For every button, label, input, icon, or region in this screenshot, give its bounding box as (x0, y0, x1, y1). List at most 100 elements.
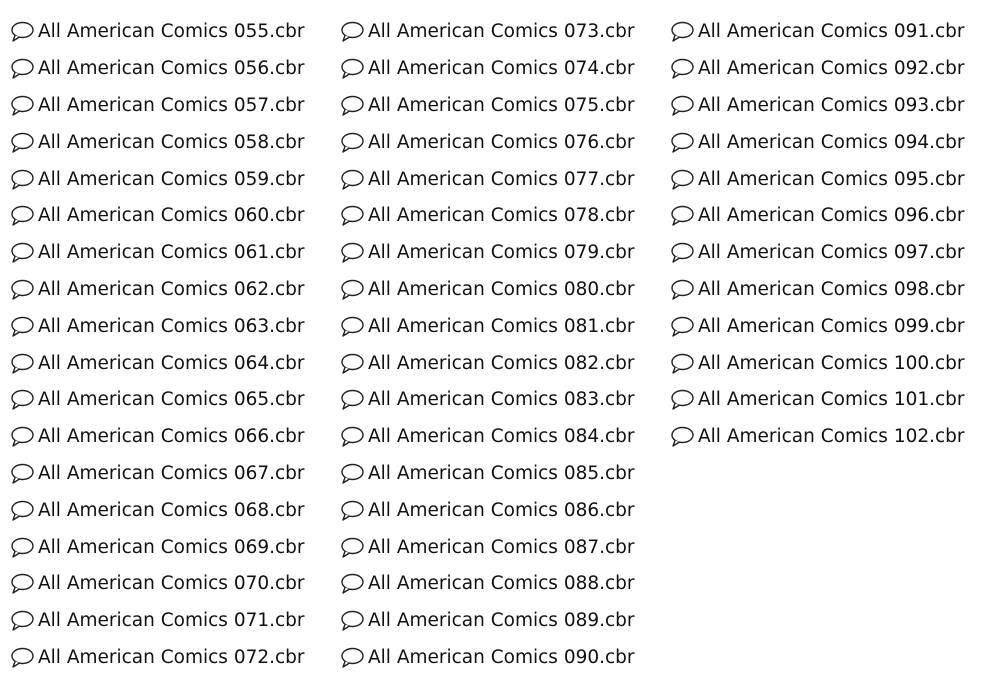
file-item[interactable]: All American Comics 094.cbr (670, 124, 1000, 161)
file-name-label: All American Comics 098.cbr (698, 278, 965, 300)
file-item[interactable]: All American Comics 068.cbr (10, 492, 340, 529)
speech-bubble-file-icon (10, 57, 38, 81)
file-name-label: All American Comics 085.cbr (368, 462, 635, 484)
file-item[interactable]: All American Comics 081.cbr (340, 308, 670, 345)
speech-bubble-file-icon (670, 131, 698, 155)
file-item[interactable]: All American Comics 062.cbr (10, 272, 340, 309)
speech-bubble-file-icon (670, 388, 698, 412)
speech-bubble-file-icon (340, 131, 368, 155)
file-item[interactable]: All American Comics 072.cbr (10, 640, 340, 677)
speech-bubble-file-icon (10, 168, 38, 192)
file-name-label: All American Comics 074.cbr (368, 58, 635, 80)
file-item[interactable]: All American Comics 057.cbr (10, 88, 340, 125)
file-item[interactable]: All American Comics 058.cbr (10, 124, 340, 161)
speech-bubble-file-icon (10, 94, 38, 118)
file-item[interactable]: All American Comics 067.cbr (10, 456, 340, 493)
file-name-label: All American Comics 091.cbr (698, 21, 965, 43)
speech-bubble-file-icon (670, 278, 698, 302)
speech-bubble-file-icon (340, 609, 368, 633)
file-item[interactable]: All American Comics 090.cbr (340, 640, 670, 677)
file-item[interactable]: All American Comics 084.cbr (340, 419, 670, 456)
file-item[interactable]: All American Comics 066.cbr (10, 419, 340, 456)
file-name-label: All American Comics 073.cbr (368, 21, 635, 43)
speech-bubble-file-icon (10, 241, 38, 265)
speech-bubble-file-icon (340, 388, 368, 412)
file-name-label: All American Comics 063.cbr (38, 315, 305, 337)
file-item[interactable]: All American Comics 095.cbr (670, 161, 1000, 198)
speech-bubble-file-icon (670, 168, 698, 192)
file-item[interactable]: All American Comics 076.cbr (340, 124, 670, 161)
file-item[interactable]: All American Comics 064.cbr (10, 345, 340, 382)
file-item[interactable]: All American Comics 065.cbr (10, 382, 340, 419)
file-item[interactable]: All American Comics 078.cbr (340, 198, 670, 235)
file-item[interactable]: All American Comics 061.cbr (10, 235, 340, 272)
file-item[interactable]: All American Comics 086.cbr (340, 492, 670, 529)
file-name-label: All American Comics 084.cbr (368, 426, 635, 448)
file-name-label: All American Comics 102.cbr (698, 426, 965, 448)
file-name-label: All American Comics 090.cbr (368, 646, 635, 668)
file-name-label: All American Comics 099.cbr (698, 315, 965, 337)
file-item[interactable]: All American Comics 099.cbr (670, 308, 1000, 345)
file-column: All American Comics 055.cbr All American … (10, 14, 340, 676)
file-item[interactable]: All American Comics 079.cbr (340, 235, 670, 272)
file-item[interactable]: All American Comics 055.cbr (10, 14, 340, 51)
file-name-label: All American Comics 079.cbr (368, 242, 635, 264)
file-name-label: All American Comics 059.cbr (38, 168, 305, 190)
speech-bubble-file-icon (10, 499, 38, 523)
file-item[interactable]: All American Comics 083.cbr (340, 382, 670, 419)
file-name-label: All American Comics 068.cbr (38, 499, 305, 521)
file-name-label: All American Comics 077.cbr (368, 168, 635, 190)
file-item[interactable]: All American Comics 080.cbr (340, 272, 670, 309)
speech-bubble-file-icon (10, 352, 38, 376)
file-item[interactable]: All American Comics 102.cbr (670, 419, 1000, 456)
speech-bubble-file-icon (10, 425, 38, 449)
file-name-label: All American Comics 094.cbr (698, 131, 965, 153)
speech-bubble-file-icon (670, 241, 698, 265)
speech-bubble-file-icon (340, 57, 368, 81)
file-item[interactable]: All American Comics 091.cbr (670, 14, 1000, 51)
file-name-label: All American Comics 075.cbr (368, 94, 635, 116)
file-item[interactable]: All American Comics 074.cbr (340, 51, 670, 88)
file-name-label: All American Comics 066.cbr (38, 426, 305, 448)
file-name-label: All American Comics 101.cbr (698, 389, 965, 411)
file-name-label: All American Comics 057.cbr (38, 94, 305, 116)
speech-bubble-file-icon (670, 425, 698, 449)
file-item[interactable]: All American Comics 100.cbr (670, 345, 1000, 382)
speech-bubble-file-icon (670, 352, 698, 376)
file-item[interactable]: All American Comics 093.cbr (670, 88, 1000, 125)
file-item[interactable]: All American Comics 071.cbr (10, 603, 340, 640)
file-item[interactable]: All American Comics 060.cbr (10, 198, 340, 235)
speech-bubble-file-icon (10, 131, 38, 155)
file-item[interactable]: All American Comics 075.cbr (340, 88, 670, 125)
file-name-label: All American Comics 082.cbr (368, 352, 635, 374)
file-name-label: All American Comics 069.cbr (38, 536, 305, 558)
file-item[interactable]: All American Comics 088.cbr (340, 566, 670, 603)
file-item[interactable]: All American Comics 101.cbr (670, 382, 1000, 419)
file-item[interactable]: All American Comics 056.cbr (10, 51, 340, 88)
file-item[interactable]: All American Comics 087.cbr (340, 529, 670, 566)
speech-bubble-file-icon (340, 425, 368, 449)
file-item[interactable]: All American Comics 096.cbr (670, 198, 1000, 235)
speech-bubble-file-icon (10, 388, 38, 412)
file-item[interactable]: All American Comics 092.cbr (670, 51, 1000, 88)
file-item[interactable]: All American Comics 082.cbr (340, 345, 670, 382)
file-name-label: All American Comics 088.cbr (368, 573, 635, 595)
file-item[interactable]: All American Comics 070.cbr (10, 566, 340, 603)
speech-bubble-file-icon (10, 278, 38, 302)
file-item[interactable]: All American Comics 089.cbr (340, 603, 670, 640)
file-item[interactable]: All American Comics 098.cbr (670, 272, 1000, 309)
file-item[interactable]: All American Comics 063.cbr (10, 308, 340, 345)
speech-bubble-file-icon (340, 241, 368, 265)
file-name-label: All American Comics 093.cbr (698, 94, 965, 116)
file-item[interactable]: All American Comics 077.cbr (340, 161, 670, 198)
file-item[interactable]: All American Comics 085.cbr (340, 456, 670, 493)
file-name-label: All American Comics 081.cbr (368, 315, 635, 337)
file-item[interactable]: All American Comics 097.cbr (670, 235, 1000, 272)
file-item[interactable]: All American Comics 073.cbr (340, 14, 670, 51)
speech-bubble-file-icon (10, 572, 38, 596)
file-name-label: All American Comics 060.cbr (38, 205, 305, 227)
file-name-label: All American Comics 100.cbr (698, 352, 965, 374)
file-item[interactable]: All American Comics 059.cbr (10, 161, 340, 198)
file-item[interactable]: All American Comics 069.cbr (10, 529, 340, 566)
file-name-label: All American Comics 055.cbr (38, 21, 305, 43)
